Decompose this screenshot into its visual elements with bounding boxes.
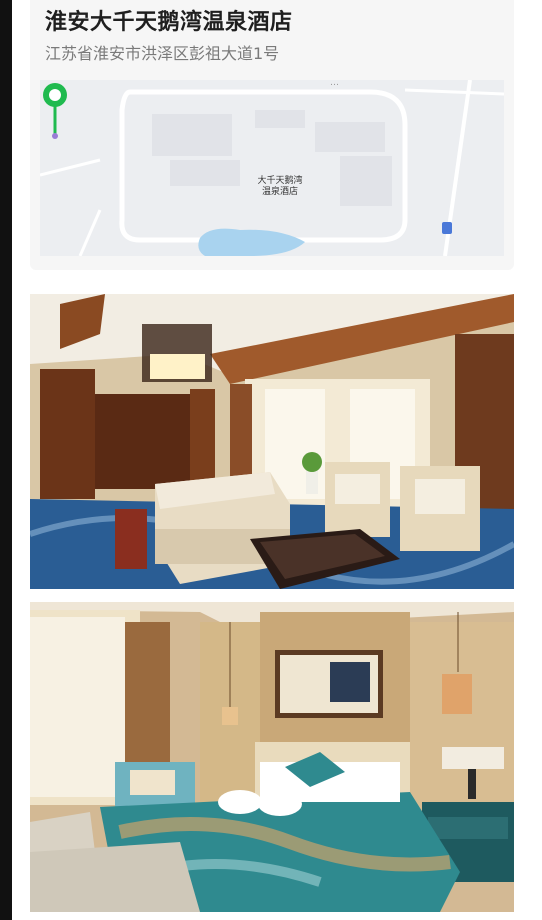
hotel-bedroom-photo[interactable] xyxy=(30,602,514,912)
bedroom-image xyxy=(30,602,514,912)
map-road-label: … xyxy=(330,80,339,88)
living-room-image xyxy=(30,294,514,589)
location-map[interactable]: … 大千天鹅湾 温泉酒店 xyxy=(40,80,504,256)
hotel-name: 淮安大千天鹅湾温泉酒店 xyxy=(45,10,293,35)
map-pin-label-line2: 温泉酒店 xyxy=(261,187,298,197)
map-roads xyxy=(40,80,504,256)
map-pin-label: 大千天鹅湾 温泉酒店 xyxy=(245,176,315,198)
hotel-living-room-photo[interactable] xyxy=(30,294,514,589)
bus-stop-icon xyxy=(442,222,452,234)
location-pin-icon xyxy=(43,83,67,139)
map-pin-label-line1: 大千天鹅湾 xyxy=(257,176,303,186)
left-edge-bar xyxy=(0,0,12,920)
hotel-address[interactable]: 江苏省淮安市洪泽区彭祖大道1号 xyxy=(45,40,279,64)
